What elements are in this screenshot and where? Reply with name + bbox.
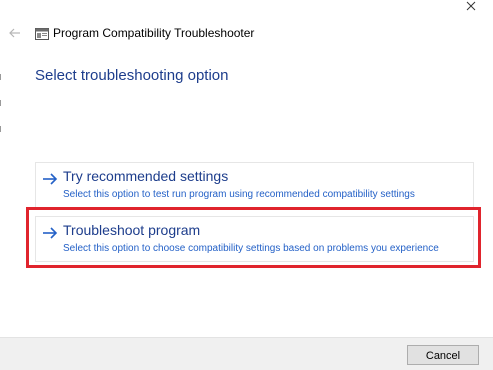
option-description: Select this option to choose compatibili… <box>63 243 439 254</box>
program-compatibility-icon <box>35 27 49 40</box>
dialog-footer: Cancel <box>0 337 493 370</box>
window-title: Program Compatibility Troubleshooter <box>53 26 255 40</box>
background-edge-mark <box>0 126 1 132</box>
option-title: Troubleshoot program <box>63 222 201 238</box>
troubleshooter-window: Program Compatibility Troubleshooter Sel… <box>0 0 493 370</box>
troubleshoot-program-option[interactable]: Troubleshoot program Select this option … <box>35 216 474 262</box>
cancel-button[interactable]: Cancel <box>407 345 479 365</box>
try-recommended-settings-option[interactable]: Try recommended settings Select this opt… <box>35 162 474 208</box>
right-arrow-icon <box>42 172 58 186</box>
background-edge-mark <box>0 100 1 106</box>
option-description: Select this option to test run program u… <box>63 189 415 200</box>
close-icon[interactable] <box>463 0 479 16</box>
back-arrow-icon[interactable] <box>9 26 21 38</box>
right-arrow-icon <box>42 226 58 240</box>
option-title: Try recommended settings <box>63 168 229 184</box>
background-edge-mark <box>0 74 1 80</box>
page-heading: Select troubleshooting option <box>35 67 229 84</box>
